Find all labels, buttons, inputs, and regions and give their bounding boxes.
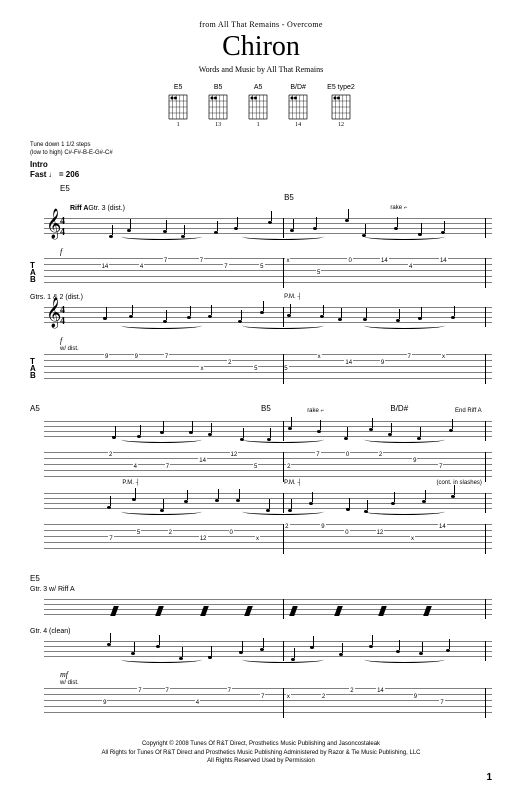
technique-annotation: rake ⌐ bbox=[390, 205, 407, 211]
music-system: A5B5B/D#rake ⌐End Riff A24714125270297P.… bbox=[30, 404, 492, 556]
chord-grid bbox=[287, 93, 309, 121]
tablature-staff: 752120x29012x14 bbox=[30, 522, 492, 556]
music-system: B5Gtr. 3 (dist.)Riff A𝄞44rake ⌐fTAB14477… bbox=[30, 193, 492, 386]
notation-staff: P.M. ┤P.M. ┤(cont. in slashes) bbox=[30, 488, 492, 518]
chord-grid bbox=[207, 93, 229, 121]
song-title: Chiron bbox=[30, 31, 492, 63]
tempo-marking: Fast ♩ = 206 bbox=[30, 170, 79, 179]
section-label: Intro bbox=[30, 160, 492, 170]
chord-grid bbox=[330, 93, 352, 121]
technique-annotation: End Riff A bbox=[455, 408, 482, 414]
music-system: E5Gtr. 3 w/ Riff AGtr. 4 (clean)mfw/ dis… bbox=[30, 574, 492, 720]
chord-diagram: B5 13 bbox=[207, 84, 229, 128]
part-label: Gtrs. 1 & 2 (dist.) bbox=[30, 294, 492, 301]
tempo-block: Intro Fast ♩ = 206 bbox=[30, 160, 492, 181]
chord-label: E5 bbox=[60, 184, 492, 193]
dynamic-marking: f bbox=[60, 336, 492, 345]
technique-annotation: P.M. ┤ bbox=[284, 480, 301, 486]
chord-fret: 14 bbox=[295, 122, 301, 128]
chord-fret: 13 bbox=[215, 122, 221, 128]
copyright-footer: Copyright © 2008 Tunes Of R&T Direct, Pr… bbox=[30, 740, 492, 765]
chord-diagram: E5 1 bbox=[167, 84, 189, 128]
tablature-staff: TAB997x255x1497x bbox=[30, 352, 492, 386]
source-line: from All That Remains - Overcome bbox=[30, 20, 492, 29]
technique-annotation: (cont. in slashes) bbox=[437, 480, 482, 486]
technique-annotation: P.M. ┤ bbox=[122, 480, 139, 486]
chord-diagram-row: E5 1 B5 13 A5 1 B/D# 14 E5 type2 12 bbox=[30, 84, 492, 128]
dynamic-marking: mf bbox=[60, 670, 492, 679]
chord-name: B5 bbox=[214, 84, 223, 91]
tab-label: TAB bbox=[30, 262, 36, 283]
notation-staff bbox=[30, 636, 492, 666]
chord-diagram: A5 1 bbox=[247, 84, 269, 128]
notation-staff: 𝄞44rake ⌐ bbox=[30, 213, 492, 243]
chord-fret: 12 bbox=[338, 122, 344, 128]
notation-staff: 𝄞44P.M. ┤ bbox=[30, 302, 492, 332]
tuning-note: Tune down 1 1/2 steps (low to high) C#-F… bbox=[30, 142, 492, 158]
chord-name: B/D# bbox=[290, 84, 306, 91]
chord-diagram: B/D# 14 bbox=[287, 84, 309, 128]
chord-label: B5 bbox=[261, 404, 271, 413]
chord-label: A5 bbox=[30, 404, 40, 413]
tablature-staff: TAB1447775x5014414 bbox=[30, 256, 492, 290]
footer-line: All Rights Reserved Used by Permission bbox=[30, 757, 492, 765]
part-label: Gtr. 3 (dist.)Riff A bbox=[30, 205, 492, 212]
chord-name: E5 bbox=[174, 84, 183, 91]
chord-grid bbox=[167, 93, 189, 121]
chord-fret: 1 bbox=[177, 122, 180, 128]
notation-staff: rake ⌐End Riff A bbox=[30, 416, 492, 446]
chord-name: E5 type2 bbox=[327, 84, 355, 91]
footer-line: All Rights for Tunes Of R&T Direct and P… bbox=[30, 749, 492, 757]
time-signature: 44 bbox=[60, 305, 65, 327]
chord-fret: 1 bbox=[257, 122, 260, 128]
tuning-line: Tune down 1 1/2 steps bbox=[30, 142, 492, 150]
chord-label: B5 bbox=[284, 193, 294, 202]
credits-line: Words and Music by All That Remains bbox=[30, 65, 492, 74]
technique-annotation: rake ⌐ bbox=[307, 408, 324, 414]
sheet-header: from All That Remains - Overcome Chiron … bbox=[30, 20, 492, 74]
footer-line: Copyright © 2008 Tunes Of R&T Direct, Pr… bbox=[30, 740, 492, 748]
tablature-staff: 977477x221497 bbox=[30, 686, 492, 720]
chord-label: B/D# bbox=[390, 404, 408, 413]
chord-labels-row: B5 bbox=[30, 193, 492, 203]
notation-staff bbox=[30, 594, 492, 624]
tab-label: TAB bbox=[30, 358, 36, 379]
chord-diagram: E5 type2 12 bbox=[327, 84, 355, 128]
part-label: Gtr. 3 w/ Riff A bbox=[30, 586, 492, 593]
chord-labels-row: A5 B5 B/D# bbox=[30, 404, 492, 414]
dynamic-marking: f bbox=[60, 247, 492, 256]
page-number: 1 bbox=[30, 772, 492, 783]
chord-grid bbox=[247, 93, 269, 121]
tablature-staff: 24714125270297 bbox=[30, 450, 492, 484]
technique-annotation: P.M. ┤ bbox=[284, 294, 301, 300]
chord-label: E5 bbox=[30, 574, 40, 583]
time-signature: 44 bbox=[60, 216, 65, 238]
part-label: Gtr. 4 (clean) bbox=[30, 628, 492, 635]
tuning-line: (low to high) C#-F#-B-E-G#-C# bbox=[30, 150, 492, 158]
chord-labels-row: E5 bbox=[30, 574, 492, 584]
chord-name: A5 bbox=[254, 84, 263, 91]
